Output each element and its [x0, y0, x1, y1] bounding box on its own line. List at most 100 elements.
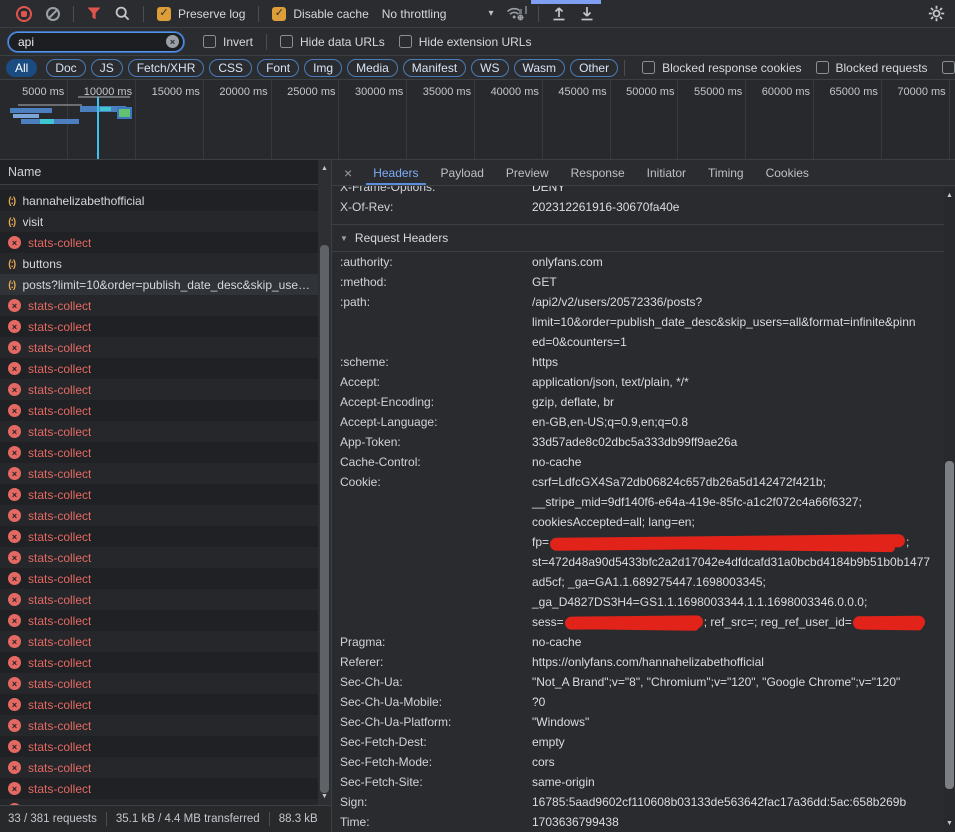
hide-extension-urls-checkbox[interactable]: Hide extension URLs: [399, 35, 532, 49]
request-row[interactable]: ×stats-collect: [0, 337, 331, 358]
request-row[interactable]: ×stats-collect: [0, 463, 331, 484]
request-row[interactable]: ×stats-collect: [0, 295, 331, 316]
request-name: stats-collect: [28, 425, 91, 439]
filter-pill-doc[interactable]: Doc: [46, 59, 85, 77]
tab-response[interactable]: Response: [560, 160, 636, 185]
search-button[interactable]: [115, 6, 130, 21]
timeline-overview[interactable]: 5000 ms10000 ms15000 ms20000 ms25000 ms3…: [0, 80, 955, 160]
filter-pill-wasm[interactable]: Wasm: [514, 59, 566, 77]
record-button[interactable]: [16, 6, 32, 22]
preserve-log-checkbox[interactable]: ✓ Preserve log: [157, 7, 245, 21]
filter-pill-all[interactable]: All: [6, 59, 37, 77]
close-details-icon[interactable]: ×: [332, 160, 362, 185]
checkbox-blocked-requests[interactable]: Blocked requests: [816, 61, 928, 75]
details-scrollbar[interactable]: ▲ ▼: [944, 187, 955, 832]
settings-button[interactable]: [928, 5, 945, 22]
request-row[interactable]: (:)buttons: [0, 253, 331, 274]
throttling-value: No throttling: [382, 7, 447, 21]
clear-filter-icon[interactable]: ×: [166, 35, 179, 48]
header-row: Sec-Ch-Ua:"Not_A Brand";v="8", "Chromium…: [340, 672, 941, 692]
checkbox-blocked-response-cookies[interactable]: Blocked response cookies: [642, 61, 801, 75]
filter-pill-fetch-xhr[interactable]: Fetch/XHR: [128, 59, 205, 77]
request-row[interactable]: (:)hannahelizabethofficial: [0, 190, 331, 211]
filter-pill-media[interactable]: Media: [347, 59, 398, 77]
scroll-down-icon[interactable]: ▼: [318, 790, 331, 804]
scroll-up-icon[interactable]: ▲: [318, 162, 331, 176]
tab-initiator[interactable]: Initiator: [636, 160, 697, 185]
error-icon: ×: [8, 677, 21, 690]
checkbox-unchecked-icon: [942, 61, 955, 74]
header-value: empty: [532, 732, 941, 752]
overview-spark: [525, 6, 527, 14]
request-row[interactable]: (:)posts?limit=10&order=publish_date_des…: [0, 274, 331, 295]
clear-network-log-button[interactable]: [46, 7, 60, 21]
request-row[interactable]: ×stats-collect: [0, 232, 331, 253]
request-row[interactable]: ×stats-collect: [0, 736, 331, 757]
request-row[interactable]: ×stats-collect: [0, 400, 331, 421]
header-value: onlyfans.com: [532, 252, 941, 272]
request-row[interactable]: ×stats-collect: [0, 505, 331, 526]
tab-payload[interactable]: Payload: [430, 160, 495, 185]
filter-toggle-button[interactable]: [87, 7, 101, 20]
header-value-text: same-origin: [532, 775, 595, 789]
request-row[interactable]: ×stats-collect: [0, 715, 331, 736]
request-row[interactable]: (:)visit: [0, 211, 331, 232]
import-har-button[interactable]: [552, 6, 566, 21]
request-row[interactable]: ×stats-collect: [0, 358, 331, 379]
request-row[interactable]: ×stats-collect: [0, 610, 331, 631]
network-conditions-button[interactable]: [506, 7, 525, 21]
scrollbar-thumb[interactable]: [945, 461, 954, 789]
filter-pill-ws[interactable]: WS: [471, 59, 508, 77]
scrollbar-thumb[interactable]: [320, 245, 329, 793]
filter-pill-js[interactable]: JS: [91, 59, 123, 77]
request-row[interactable]: ×stats-collect: [0, 484, 331, 505]
status-divider: [106, 812, 107, 826]
filter-pill-css[interactable]: CSS: [209, 59, 252, 77]
request-row[interactable]: ×stats-collect: [0, 757, 331, 778]
request-row[interactable]: ×stats-collect: [0, 673, 331, 694]
funnel-icon: [87, 7, 101, 20]
tab-timing[interactable]: Timing: [697, 160, 755, 185]
error-icon: ×: [8, 761, 21, 774]
request-row[interactable]: ×stats-collect: [0, 421, 331, 442]
export-har-button[interactable]: [580, 6, 594, 21]
filter-input[interactable]: [8, 32, 184, 52]
filter-pill-font[interactable]: Font: [257, 59, 299, 77]
hide-data-urls-checkbox[interactable]: Hide data URLs: [280, 35, 385, 49]
tab-cookies[interactable]: Cookies: [755, 160, 820, 185]
request-name: stats-collect: [28, 656, 91, 670]
request-headers-section-toggle[interactable]: ▼ Request Headers: [340, 225, 941, 251]
throttling-select[interactable]: No throttling ▾: [382, 7, 494, 21]
request-list-scrollbar[interactable]: ▲ ▼: [318, 160, 331, 805]
header-row: :method:GET: [340, 272, 941, 292]
filter-pill-img[interactable]: Img: [304, 59, 342, 77]
invert-checkbox[interactable]: Invert: [203, 35, 253, 49]
request-row[interactable]: ×stats-collect: [0, 379, 331, 400]
checkbox-3rd-party-requests[interactable]: 3rd-party requests: [942, 61, 955, 75]
request-row[interactable]: ×stats-collect: [0, 547, 331, 568]
header-name: Sec-Fetch-Site:: [340, 772, 532, 792]
request-row[interactable]: ×stats-collect: [0, 631, 331, 652]
resources-size: 88.3 kB: [279, 813, 318, 825]
name-column-header[interactable]: Name: [0, 160, 331, 185]
header-value-text: no-cache: [532, 635, 581, 649]
request-row[interactable]: ×stats-collect: [0, 568, 331, 589]
filter-pill-other[interactable]: Other: [570, 59, 618, 77]
scroll-down-icon[interactable]: ▼: [944, 817, 955, 831]
disable-cache-checkbox[interactable]: ✓ Disable cache: [272, 7, 368, 21]
request-row[interactable]: ×stats-collect: [0, 778, 331, 799]
checkbox-checked-icon: ✓: [272, 7, 286, 21]
checkbox-unchecked-icon: [203, 35, 216, 48]
request-row[interactable]: ×stats-collect: [0, 694, 331, 715]
scroll-up-icon[interactable]: ▲: [944, 189, 955, 203]
filter-pill-manifest[interactable]: Manifest: [403, 59, 466, 77]
request-row[interactable]: ×stats-collect: [0, 589, 331, 610]
tab-preview[interactable]: Preview: [495, 160, 560, 185]
tab-headers[interactable]: Headers: [362, 160, 429, 185]
request-row[interactable]: ×stats-collect: [0, 652, 331, 673]
request-row[interactable]: ×stats-collect: [0, 442, 331, 463]
request-row[interactable]: ×stats-collect: [0, 526, 331, 547]
request-row[interactable]: ×stats-collect: [0, 316, 331, 337]
resource-type-bar: All Doc JS Fetch/XHRCSS Font Img Media Manifest…: [0, 56, 955, 80]
header-row: :authority:onlyfans.com: [340, 252, 941, 272]
